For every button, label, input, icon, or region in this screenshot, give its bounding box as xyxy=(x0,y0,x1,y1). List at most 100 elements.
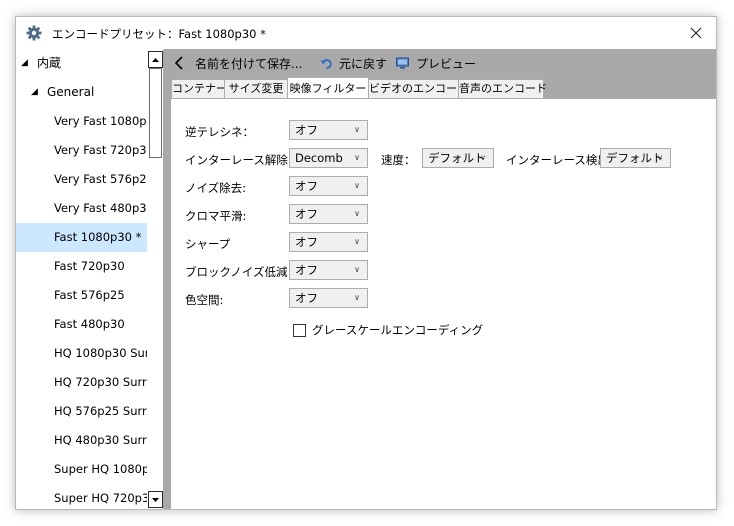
colorspace-select[interactable]: オフ ∨ xyxy=(289,288,368,308)
chevron-down-icon: ∨ xyxy=(354,209,360,218)
tree-item-label: Very Fast 720p30 xyxy=(54,143,147,157)
select-value: デフォルト xyxy=(428,151,486,165)
tree-item[interactable]: Very Fast 480p30 xyxy=(16,194,147,223)
speed-select[interactable]: デフォルト ∨ xyxy=(422,148,494,168)
select-value: オフ xyxy=(295,207,318,221)
detelecine-label: 逆テレシネ： xyxy=(185,125,254,139)
tree-item[interactable]: Fast 480p30 xyxy=(16,310,147,339)
save-as-label: 名前を付けて保存... xyxy=(195,56,303,71)
tree-item[interactable]: Fast 720p30 xyxy=(16,252,147,281)
tab-label: コンテナー xyxy=(172,82,227,95)
tree-item-label: HQ 480p30 Surround xyxy=(54,433,147,447)
tree-item[interactable]: Very Fast 720p30 xyxy=(16,136,147,165)
tab-label: サイズ変更 xyxy=(228,82,284,95)
tree-item-label: Very Fast 480p30 xyxy=(54,201,147,215)
preview-label: プレビュー xyxy=(416,56,477,71)
window-title: エンコードプリセット：Fast 1080p30 * xyxy=(52,27,266,41)
sharpen-label: シャープ xyxy=(185,237,231,251)
tree-scrollbar[interactable] xyxy=(147,49,163,509)
preview-button[interactable]: プレビュー xyxy=(396,55,476,71)
tree-item[interactable]: Very Fast 1080p30 xyxy=(16,107,147,136)
tree-item[interactable]: Fast 576p25 xyxy=(16,281,147,310)
chevron-down-icon: ∨ xyxy=(354,293,360,302)
chevron-down-icon: ∨ xyxy=(354,181,360,190)
chroma-smooth-select[interactable]: オフ ∨ xyxy=(289,204,368,224)
deblock-label: ブロックノイズ低減： xyxy=(185,265,299,279)
tree-item-selected[interactable]: Fast 1080p30 * xyxy=(16,223,147,252)
select-value: オフ xyxy=(295,235,318,249)
chevron-down-icon: ∨ xyxy=(480,153,486,162)
grayscale-label[interactable]: グレースケールエンコーディング xyxy=(312,322,483,338)
tree-item[interactable]: HQ 1080p30 Surround xyxy=(16,339,147,368)
sharpen-select[interactable]: オフ ∨ xyxy=(289,232,368,252)
speed-label: 速度： xyxy=(381,153,416,167)
tree-item-label: Very Fast 576p25 xyxy=(54,172,147,186)
tab-label: 映像フィルター xyxy=(289,82,367,95)
expand-arrow-icon[interactable]: ◢ xyxy=(31,78,38,107)
tree-item-label: Fast 1080p30 * xyxy=(54,230,142,244)
scroll-down-button[interactable] xyxy=(148,491,163,508)
colorspace-label: 色空間: xyxy=(185,293,224,307)
tree-item-label: Fast 720p30 xyxy=(54,259,125,273)
undo-icon xyxy=(320,58,332,69)
tree-item[interactable]: HQ 720p30 Surround xyxy=(16,368,147,397)
tab-label: ビデオのエンコード xyxy=(369,82,468,95)
deinterlace-select[interactable]: Decomb ∨ xyxy=(289,148,368,168)
triangle-up-icon xyxy=(152,57,159,62)
tab-video[interactable]: ビデオのエンコード xyxy=(368,79,468,98)
chevron-down-icon: ∨ xyxy=(354,237,360,246)
preset-details-panel: 名前を付けて保存... 元に戻す プレビュー コンテナー サイズ変更 映像フィル… xyxy=(168,49,716,509)
tree-item-label: Fast 576p25 xyxy=(54,288,125,302)
tree-item-label: Fast 480p30 xyxy=(54,317,125,331)
grayscale-checkbox[interactable] xyxy=(293,324,306,337)
tab-audio[interactable]: 音声のエンコード xyxy=(458,79,547,98)
revert-label: 元に戻す xyxy=(339,56,388,71)
deblock-select[interactable]: オフ ∨ xyxy=(289,260,368,280)
select-value: オフ xyxy=(295,263,318,277)
chevron-down-icon: ∨ xyxy=(354,125,360,134)
scroll-up-button[interactable] xyxy=(148,51,163,68)
tab-dimensions[interactable]: サイズ変更 xyxy=(224,79,288,98)
scroll-thumb[interactable] xyxy=(149,68,162,158)
monitor-icon xyxy=(396,57,409,69)
select-value: Decomb xyxy=(295,151,343,165)
select-value: オフ xyxy=(295,291,318,305)
tree-item[interactable]: Very Fast 576p25 xyxy=(16,165,147,194)
interlace-detect-select[interactable]: デフォルト ∨ xyxy=(600,148,671,168)
close-icon xyxy=(690,27,702,39)
select-value: デフォルト xyxy=(606,151,664,165)
tab-container[interactable]: コンテナー xyxy=(171,79,227,98)
select-value: オフ xyxy=(295,123,318,137)
close-button[interactable] xyxy=(676,17,716,49)
triangle-down-icon xyxy=(152,497,159,502)
chevron-down-icon: ∨ xyxy=(354,265,360,274)
tree-item[interactable]: Super HQ 720p30 Surround xyxy=(16,484,147,509)
encode-preset-window: エンコードプリセット：Fast 1080p30 * ◢ 内蔵 ◢ General… xyxy=(15,16,717,510)
preset-tree: ◢ 内蔵 ◢ General Very Fast 1080p30 Very Fa… xyxy=(16,49,163,509)
tree-root-label: 内蔵 xyxy=(37,56,62,70)
gear-icon xyxy=(26,25,42,41)
title-bar: エンコードプリセット：Fast 1080p30 * xyxy=(16,17,716,49)
tree-group-label: General xyxy=(47,85,95,99)
tree-item-label: Very Fast 1080p30 xyxy=(54,114,147,128)
back-button[interactable] xyxy=(174,55,184,71)
denoise-label: ノイズ除去: xyxy=(185,181,247,195)
expand-arrow-icon[interactable]: ◢ xyxy=(21,49,28,78)
tree-item[interactable]: HQ 576p25 Surround xyxy=(16,397,147,426)
detelecine-select[interactable]: オフ ∨ xyxy=(289,120,368,140)
interlace-detect-label: インターレース検出: xyxy=(506,153,613,167)
tree-item[interactable]: HQ 480p30 Surround xyxy=(16,426,147,455)
deinterlace-label: インターレース解除: xyxy=(185,153,292,167)
select-value: オフ xyxy=(295,179,318,193)
tab-filters[interactable]: 映像フィルター xyxy=(287,77,369,99)
chevron-left-icon xyxy=(174,56,183,70)
chevron-down-icon: ∨ xyxy=(657,153,663,162)
chevron-down-icon: ∨ xyxy=(354,153,360,162)
tree-group-general[interactable]: ◢ General xyxy=(16,78,147,107)
tree-root-builtin[interactable]: ◢ 内蔵 xyxy=(16,49,147,78)
revert-button[interactable]: 元に戻す xyxy=(320,55,387,71)
tree-item-label: Super HQ 720p30 Surround xyxy=(54,491,147,505)
save-as-button[interactable]: 名前を付けて保存... xyxy=(195,55,302,71)
denoise-select[interactable]: オフ ∨ xyxy=(289,176,368,196)
tree-item[interactable]: Super HQ 1080p30 Surround xyxy=(16,455,147,484)
